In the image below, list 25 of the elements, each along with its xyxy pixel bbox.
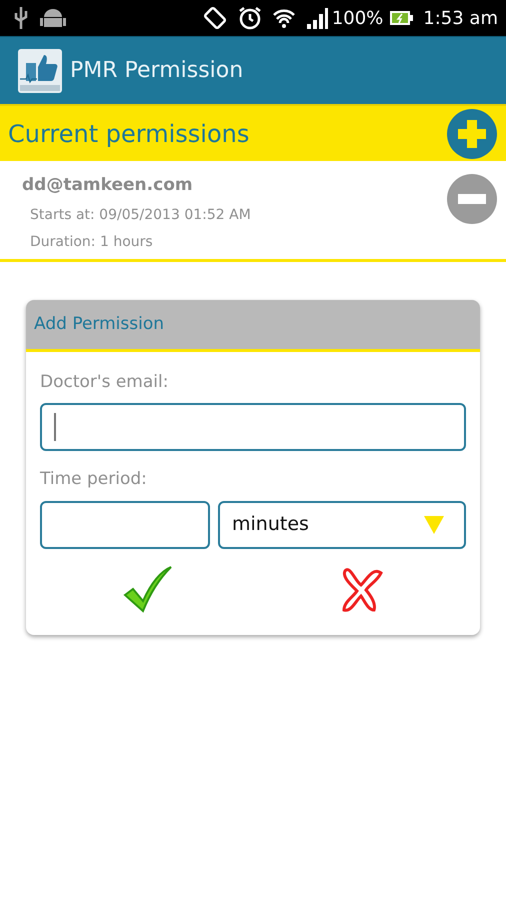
signal-icon [306,7,328,29]
permission-start: Starts at: 09/05/2013 01:52 AM [29,206,251,224]
wifi-icon [272,7,296,29]
usb-icon [14,5,28,31]
section-title: Current permissions [8,118,250,150]
time-period-label: Time period: [40,468,148,491]
add-icon[interactable] [446,108,498,160]
card-title: Add Permission [26,300,480,352]
permission-duration: Duration: 1 hours [29,232,154,252]
app-title: PMR Permission [70,57,244,85]
rotation-icon [202,5,228,31]
email-input-field[interactable] [40,403,466,451]
alarm-clock-icon [238,6,262,30]
remove-icon[interactable] [446,173,498,225]
dropdown-arrow-icon [424,516,444,534]
unit-dropdown[interactable]: minutes [218,500,466,548]
app-logo-icon [18,48,62,92]
permission-email: dd@tamkeen.com [22,174,194,197]
checkmark-icon[interactable] [123,564,173,612]
email-label: Doctor's email: [40,370,170,394]
clock-time: 1:53 am [423,6,498,30]
text-cursor [54,413,56,441]
battery-percentage: 100% [332,6,384,30]
battery-charging-icon [389,9,414,27]
period-input-field[interactable] [40,500,210,548]
